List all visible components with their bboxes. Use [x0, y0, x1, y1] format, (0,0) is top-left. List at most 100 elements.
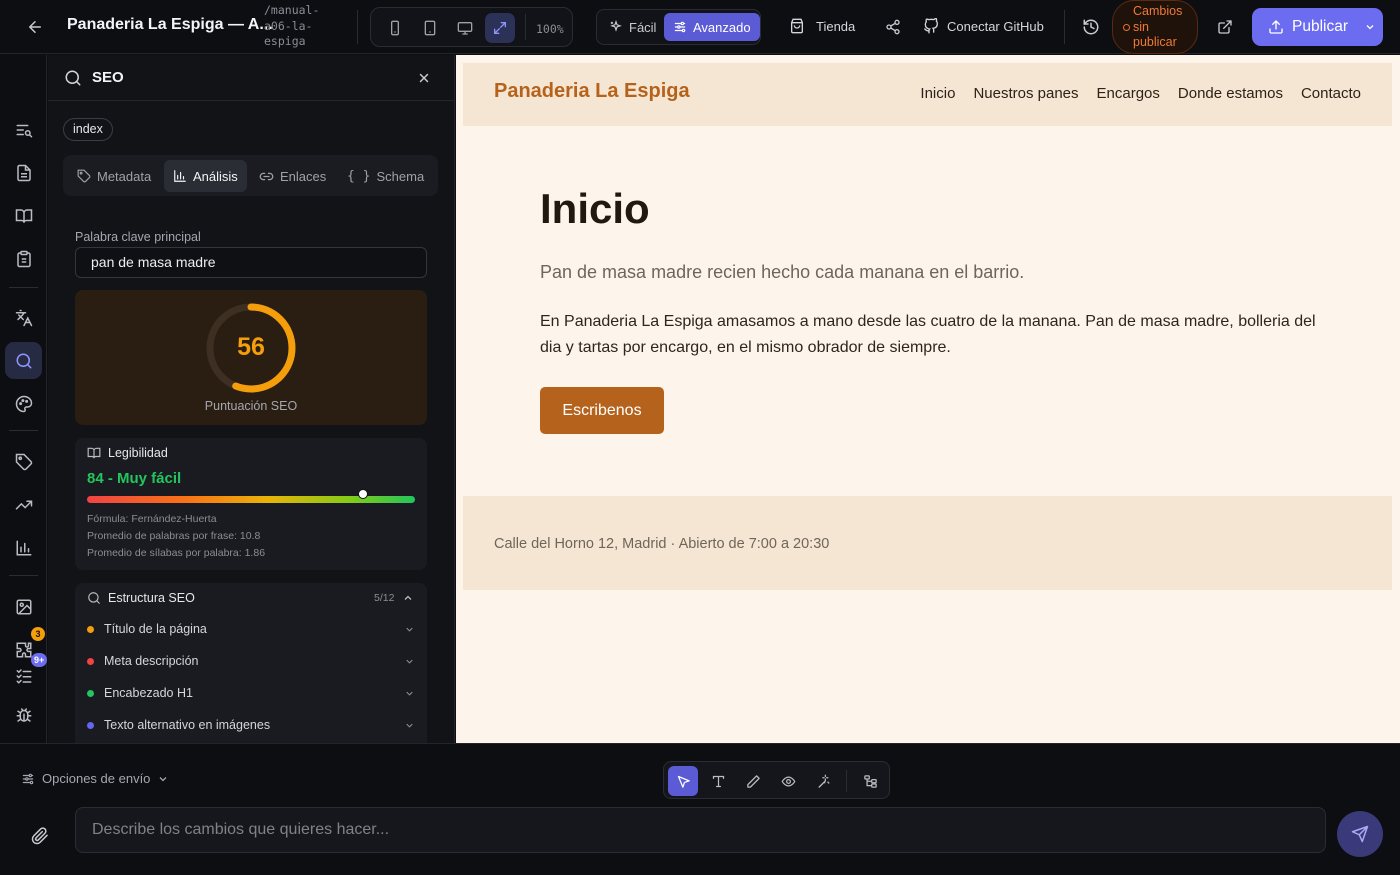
tab-analysis[interactable]: Análisis [164, 160, 247, 192]
nav-link-contacto[interactable]: Contacto [1301, 85, 1361, 102]
prompt-input[interactable]: Describe los cambios que quieres hacer..… [75, 807, 1326, 853]
hero-body: En Panaderia La Espiga amasamos a mano d… [540, 313, 1316, 356]
check-row-meta-description[interactable]: Meta descripción [87, 651, 415, 671]
divider [846, 770, 847, 792]
pencil-icon[interactable] [738, 766, 768, 796]
seo-score-value: 56 [237, 333, 265, 361]
search-icon [65, 70, 81, 86]
back-arrow-icon[interactable] [22, 14, 48, 40]
footer-text: Calle del Horno 12, Madrid · Abierto de … [494, 536, 830, 552]
check-label: Texto alternativo en imágenes [104, 718, 271, 732]
divider [525, 14, 526, 40]
unpublished-label: Cambios sin publicar [1133, 4, 1183, 49]
edit-toolbar [663, 761, 890, 799]
send-options-button[interactable]: Opciones de envío [21, 771, 169, 786]
send-icon [1351, 825, 1369, 843]
chevron-down-icon [406, 659, 413, 664]
readability-title: Legibilidad [108, 446, 168, 460]
send-button[interactable] [1337, 811, 1383, 857]
cta-button[interactable]: Escribenos [540, 387, 664, 434]
advanced-mode-label: Avanzado [693, 19, 751, 35]
check-row-h1[interactable]: Encabezado H1 [87, 683, 415, 703]
desktop-view-icon[interactable] [450, 13, 480, 43]
clipboard-icon[interactable] [5, 240, 42, 277]
seo-score-label: Puntuación SEO [204, 399, 298, 413]
seo-structure-count: 5/12 [374, 592, 395, 604]
seo-structure-header[interactable]: Estructura SEO 5/12 [75, 583, 427, 613]
puzzle-count-badge: 3 [31, 627, 45, 641]
bug-icon[interactable] [5, 696, 42, 733]
store-button[interactable]: Tienda [789, 18, 855, 34]
zoom-level[interactable]: 100% [536, 22, 564, 36]
seo-score-card: 56 Puntuación SEO [75, 290, 427, 425]
nav-link-encargos[interactable]: Encargos [1097, 85, 1160, 102]
site-nav: Inicio Nuestros panes Encargos Donde est… [920, 85, 1361, 102]
seo-search-icon[interactable] [5, 342, 42, 379]
divider [357, 10, 358, 44]
search-icon [88, 592, 100, 604]
check-row-page-title[interactable]: Título de la página [87, 619, 415, 639]
easy-mode-button[interactable]: Fácil [600, 13, 665, 41]
paperclip-icon[interactable] [28, 824, 52, 848]
shopping-bag-icon [791, 18, 803, 34]
panel-search-input[interactable]: SEO [92, 69, 124, 86]
nav-link-nuestros-panes[interactable]: Nuestros panes [973, 85, 1078, 102]
fullscreen-view-icon[interactable] [485, 13, 515, 43]
status-dot [87, 689, 94, 697]
file-icon[interactable] [5, 154, 42, 191]
chevron-down-icon [406, 627, 413, 632]
mobile-view-icon[interactable] [380, 13, 410, 43]
connect-github-label: Conectar GitHub [947, 18, 1044, 34]
tags-icon[interactable] [5, 443, 42, 480]
share-icon[interactable] [881, 15, 905, 39]
divider [9, 575, 38, 576]
history-icon[interactable] [1079, 15, 1103, 39]
seo-panel: SEO index Metadata Análisis Enlaces { } … [48, 55, 455, 743]
magic-wand-icon[interactable] [808, 766, 838, 796]
close-icon[interactable] [414, 68, 434, 88]
check-label: Meta descripción [104, 654, 199, 668]
publish-button[interactable]: Publicar [1252, 8, 1383, 46]
page-chip[interactable]: index [63, 118, 113, 141]
site-header: Panaderia La Espiga Inicio Nuestros pane… [463, 63, 1392, 126]
image-icon[interactable] [5, 588, 42, 625]
sparkles-icon [610, 20, 622, 32]
external-link-icon[interactable] [1213, 15, 1237, 39]
mode-toggle: Fácil Avanzado [596, 9, 761, 45]
connect-github-button[interactable]: Conectar GitHub [923, 18, 1044, 34]
nav-link-donde-estamos[interactable]: Donde estamos [1178, 85, 1283, 102]
book-icon[interactable] [5, 197, 42, 234]
tablet-view-icon[interactable] [415, 13, 445, 43]
unpublished-changes-badge[interactable]: Cambios sin publicar [1112, 0, 1198, 54]
tab-label: Enlaces [280, 168, 327, 184]
site-logo[interactable]: Panaderia La Espiga [494, 80, 690, 103]
github-icon [924, 18, 938, 34]
bar-chart-icon[interactable] [5, 529, 42, 566]
bar-chart-icon [174, 170, 186, 182]
keyword-label: Palabra clave principal [75, 230, 201, 244]
seo-structure-title: Estructura SEO [108, 591, 195, 605]
tag-icon [77, 169, 91, 183]
check-label: Título de la página [104, 622, 207, 636]
trending-up-icon[interactable] [5, 486, 42, 523]
tab-metadata[interactable]: Metadata [68, 160, 160, 192]
search-list-icon[interactable] [5, 111, 42, 148]
palette-icon[interactable] [5, 385, 42, 422]
eye-icon[interactable] [773, 766, 803, 796]
tasks-count-badge: 9+ [31, 653, 48, 667]
tab-schema[interactable]: { } Schema [338, 160, 433, 192]
tab-links[interactable]: Enlaces [250, 160, 335, 192]
text-tool-icon[interactable] [703, 766, 733, 796]
site-preview: Panaderia La Espiga Inicio Nuestros pane… [456, 55, 1400, 743]
tab-label: Metadata [97, 168, 152, 184]
layout-tree-icon[interactable] [855, 766, 885, 796]
readability-value: 84 - Muy fácil [87, 470, 182, 487]
keyword-input[interactable]: pan de masa madre [75, 247, 427, 278]
advanced-mode-button[interactable]: Avanzado [664, 13, 760, 41]
chevron-down-icon [159, 776, 167, 781]
status-dot [87, 625, 94, 633]
check-row-alt-text[interactable]: Texto alternativo en imágenes [87, 715, 415, 735]
select-cursor-icon[interactable] [668, 766, 698, 796]
nav-link-inicio[interactable]: Inicio [920, 85, 955, 102]
translate-icon[interactable] [5, 299, 42, 336]
